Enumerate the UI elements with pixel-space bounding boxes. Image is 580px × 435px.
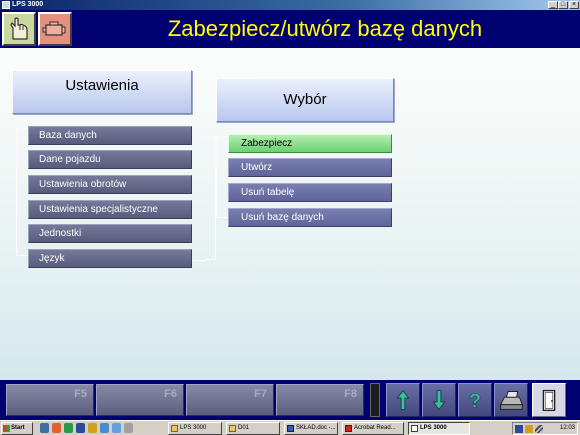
settings-item-database[interactable]: Baza danych	[28, 126, 192, 145]
arrow-up-icon	[396, 389, 410, 410]
choice-item-create[interactable]: Utwórz	[228, 158, 392, 177]
task-acrobat-reader[interactable]: Acrobat Read...	[342, 422, 404, 435]
choice-heading[interactable]: Wybór	[216, 78, 394, 122]
quicklaunch-word-icon[interactable]	[76, 423, 85, 433]
quicklaunch-app-icon[interactable]	[124, 423, 133, 433]
volume-icon[interactable]	[535, 425, 543, 433]
f5-key[interactable]: F5	[6, 384, 94, 416]
settings-item-vehicle-data[interactable]: Dane pojazdu	[28, 150, 192, 169]
exit-button[interactable]	[532, 383, 566, 417]
settings-heading[interactable]: Ustawienia	[12, 70, 192, 114]
hand-pointer-button[interactable]	[2, 12, 36, 46]
help-icon: ?	[468, 389, 482, 413]
settings-item-special-settings[interactable]: Ustawienia specjalistyczne	[28, 200, 192, 219]
menu-link-line	[192, 260, 206, 261]
choice-item-delete-database[interactable]: Usuń bazę danych	[228, 208, 392, 227]
choice-item-delete-table[interactable]: Usuń tabelę	[228, 183, 392, 202]
function-key-bar: F5 F6 F7 F8 ?	[0, 380, 580, 420]
arrow-down-button[interactable]	[422, 383, 456, 417]
close-button[interactable]: ×	[569, 1, 579, 9]
svg-text:?: ?	[469, 390, 482, 413]
acrobat-icon	[345, 425, 352, 432]
task-label: D01	[238, 425, 250, 431]
menu1-connector	[16, 128, 28, 256]
language-indicator-icon[interactable]	[515, 425, 523, 433]
maximize-button[interactable]: □	[558, 1, 568, 9]
task-label: SKŁAD.doc -...	[296, 425, 336, 431]
clock: 12:03	[559, 425, 575, 431]
settings-item-language[interactable]: Język	[28, 249, 192, 268]
task-lps-3000-1[interactable]: LPS 3000	[168, 422, 222, 435]
printer-button[interactable]	[494, 383, 528, 417]
network-icon[interactable]	[525, 425, 533, 433]
bar-separator	[370, 383, 380, 417]
f6-key[interactable]: F6	[96, 384, 184, 416]
app-icon	[2, 1, 10, 9]
page-title: Zabezpiecz/utwórz bazę danych	[167, 16, 483, 41]
word-doc-icon	[287, 425, 294, 432]
hand-pointer-icon	[10, 17, 28, 40]
arrow-down-icon	[432, 390, 446, 411]
task-label: Acrobat Read...	[354, 425, 396, 431]
help-button[interactable]: ?	[458, 383, 492, 417]
system-tray: 12:03	[512, 422, 578, 435]
start-label: Start	[11, 425, 25, 431]
windows-taskbar: Start LPS 3000 D01 SKŁAD.doc -... Acroba…	[0, 420, 580, 435]
app-window-icon	[411, 425, 418, 432]
choice-item-secure[interactable]: Zabezpiecz	[228, 134, 392, 153]
quicklaunch-ie-icon[interactable]	[100, 423, 109, 433]
settings-item-rpm-settings[interactable]: Ustawienia obrotów	[28, 175, 192, 194]
quicklaunch-folder-icon[interactable]	[88, 423, 97, 433]
folder-icon	[229, 425, 236, 432]
printer-icon	[499, 391, 523, 410]
f8-key[interactable]: F8	[276, 384, 364, 416]
arrow-up-button[interactable]	[386, 383, 420, 417]
quicklaunch-excel-icon[interactable]	[64, 423, 73, 433]
window-title: LPS 3000	[12, 1, 44, 8]
task-label: LPS 3000	[180, 425, 207, 431]
task-label: LPS 3000	[420, 425, 447, 431]
main-content: Ustawienia Wybór Baza danych Dane pojazd…	[0, 48, 580, 380]
window-titlebar[interactable]: LPS 3000 _ □ ×	[0, 0, 580, 10]
app-header: Zabezpiecz/utwórz bazę danych	[0, 10, 580, 48]
settings-item-units[interactable]: Jednostki	[28, 224, 192, 243]
task-d01[interactable]: D01	[226, 422, 280, 435]
start-button[interactable]: Start	[1, 422, 33, 435]
menu2-connector	[216, 136, 228, 218]
menu-link-connector	[206, 136, 216, 260]
minimize-button[interactable]: _	[548, 1, 558, 9]
quicklaunch-desktop-icon[interactable]	[40, 423, 49, 433]
engine-button[interactable]	[38, 12, 72, 46]
task-lps-3000-active[interactable]: LPS 3000	[408, 422, 470, 435]
folder-icon	[171, 425, 178, 432]
quicklaunch-browser-icon[interactable]	[52, 423, 61, 433]
exit-door-icon	[542, 389, 556, 412]
task-sklad-doc[interactable]: SKŁAD.doc -...	[284, 422, 338, 435]
quicklaunch-outlook-icon[interactable]	[112, 423, 121, 433]
windows-logo-icon	[3, 425, 10, 432]
engine-icon	[42, 21, 66, 36]
f7-key[interactable]: F7	[186, 384, 274, 416]
